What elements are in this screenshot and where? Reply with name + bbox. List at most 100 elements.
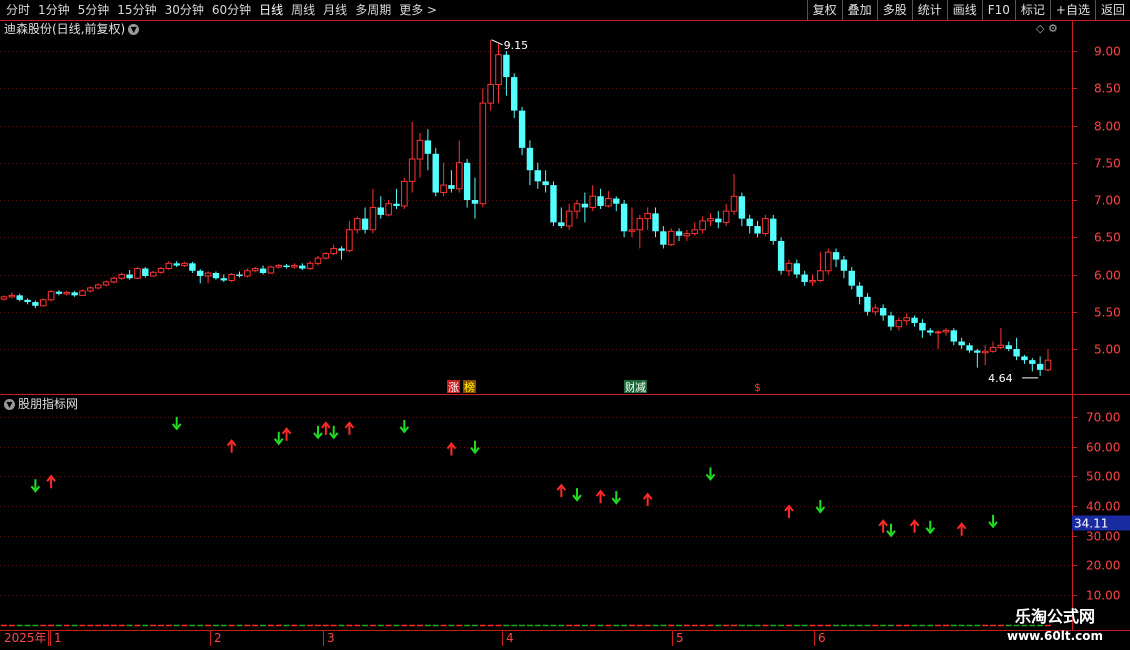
price-tick-label: 6.50 xyxy=(1094,231,1121,245)
price-tick-label: 8.50 xyxy=(1094,82,1121,96)
candle-body xyxy=(244,270,251,277)
candle-body xyxy=(259,268,267,274)
candle-body xyxy=(558,222,565,227)
candle xyxy=(24,298,31,305)
arrow-down-icon xyxy=(572,488,582,502)
candle xyxy=(393,188,400,209)
current-value-label: 34.11 xyxy=(1074,516,1108,530)
arrow-up-icon xyxy=(595,489,606,504)
candle xyxy=(126,270,133,280)
candle-body xyxy=(636,218,644,231)
candle xyxy=(573,200,581,219)
price-tick-label: 6.00 xyxy=(1094,269,1121,283)
candle xyxy=(715,211,722,229)
candle-body xyxy=(385,203,392,216)
candle-body xyxy=(785,262,793,272)
candle-body xyxy=(942,329,950,333)
candle-body xyxy=(534,170,541,182)
candle-body xyxy=(518,110,526,148)
candle xyxy=(707,213,714,227)
candle xyxy=(950,328,958,346)
candle xyxy=(291,263,298,269)
candle xyxy=(879,304,887,321)
candle xyxy=(8,292,16,299)
candle-body xyxy=(958,341,965,346)
arrow-down-icon xyxy=(399,419,410,434)
candle xyxy=(306,261,314,271)
candle xyxy=(997,328,1005,349)
candle-body xyxy=(173,263,180,266)
candle-body xyxy=(770,218,777,241)
month-label: 4 xyxy=(506,631,514,645)
candle-body xyxy=(220,278,227,281)
candle xyxy=(79,289,86,297)
candle-body xyxy=(581,203,589,208)
candle-body xyxy=(487,84,494,104)
candle xyxy=(746,214,753,234)
candle-body xyxy=(613,198,620,204)
candle-body xyxy=(118,274,126,279)
candle-body xyxy=(291,265,298,268)
candle xyxy=(448,170,455,193)
candle-body xyxy=(8,294,16,298)
candle xyxy=(432,147,439,197)
candle-body xyxy=(872,307,879,313)
candle-body xyxy=(134,268,141,279)
arrow-down-icon xyxy=(313,425,323,440)
candle xyxy=(903,313,911,326)
candle-body xyxy=(299,265,306,269)
candle xyxy=(1044,349,1052,372)
year-label: 2025年 xyxy=(4,631,47,645)
candle xyxy=(911,315,918,327)
candle-body xyxy=(369,206,377,231)
candle-body xyxy=(79,290,86,296)
kline-chart[interactable]: 9.00 8.50 8.00 7.50 7.00 6.50 6.00 5.50 5.00 9.15… xyxy=(0,0,1130,650)
candle xyxy=(989,341,997,353)
candle-body xyxy=(416,139,424,160)
candle-body xyxy=(102,281,110,286)
candle xyxy=(958,337,965,349)
candle xyxy=(895,317,903,331)
candle-body xyxy=(793,263,801,275)
candle-body xyxy=(495,54,502,86)
indicator-tick-label: 70.00 xyxy=(1086,411,1120,425)
candle xyxy=(353,216,361,234)
candle-body xyxy=(550,185,557,223)
candle xyxy=(479,88,487,208)
candle xyxy=(754,220,761,238)
candle-body xyxy=(448,185,455,189)
candle xyxy=(416,132,424,178)
candle-body xyxy=(1013,349,1020,357)
candle-body xyxy=(401,180,408,207)
candle xyxy=(330,244,337,256)
candle xyxy=(848,267,855,290)
arrow-up-icon xyxy=(784,504,794,518)
candle-body xyxy=(887,315,895,327)
candle xyxy=(244,268,251,278)
candle-body xyxy=(1036,363,1044,370)
candle-body xyxy=(408,158,416,182)
candle-body xyxy=(346,229,353,252)
high-arrow xyxy=(491,39,503,46)
candle-body xyxy=(1021,356,1028,361)
candle-body xyxy=(32,302,39,306)
candle xyxy=(817,252,824,282)
candle xyxy=(157,267,165,274)
candle xyxy=(267,265,275,274)
candle xyxy=(1029,357,1036,372)
arrow-down-icon xyxy=(470,440,480,455)
candle xyxy=(236,271,243,278)
arrow-up-icon xyxy=(956,522,967,536)
candle-body xyxy=(989,347,997,352)
candle-body xyxy=(864,296,871,312)
candle-body xyxy=(197,270,204,276)
candle-body xyxy=(754,226,761,234)
price-tick-label: 8.00 xyxy=(1094,120,1121,134)
candle xyxy=(338,246,345,260)
candle-body xyxy=(283,265,290,268)
candle xyxy=(589,185,597,212)
event-marker-label: 榜 xyxy=(464,380,475,394)
candle xyxy=(620,200,628,238)
arrow-down-icon xyxy=(815,500,826,514)
candle xyxy=(361,207,369,234)
